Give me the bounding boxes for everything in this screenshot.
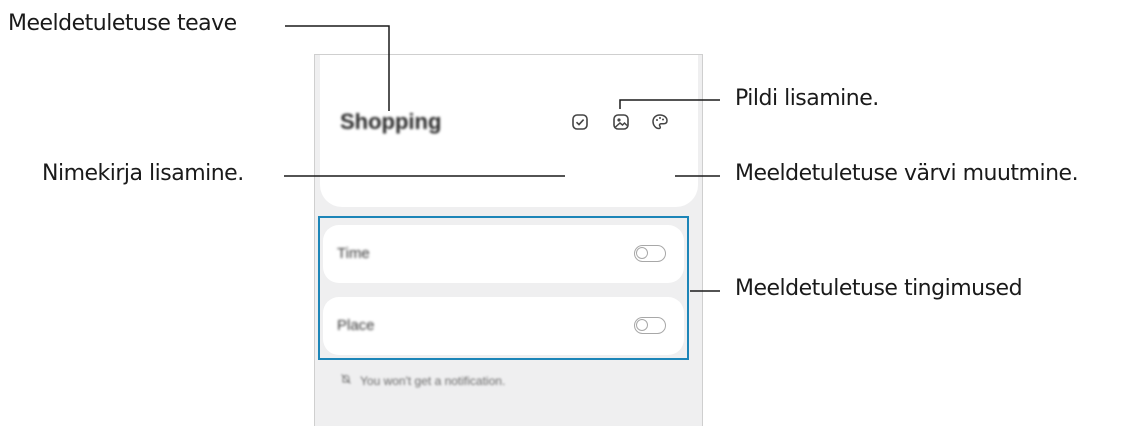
callout-change-color: Meeldetuletuse värvi muutmine. xyxy=(735,161,1079,186)
callout-reminder-conditions: Meeldetuletuse tingimused xyxy=(735,276,1023,301)
callout-reminder-info: Meeldetuletuse teave xyxy=(8,11,237,36)
callout-lines xyxy=(284,25,720,292)
callout-add-checklist: Nimekirja lisamine. xyxy=(42,161,244,186)
callout-add-image: Pildi lisamine. xyxy=(735,86,879,111)
